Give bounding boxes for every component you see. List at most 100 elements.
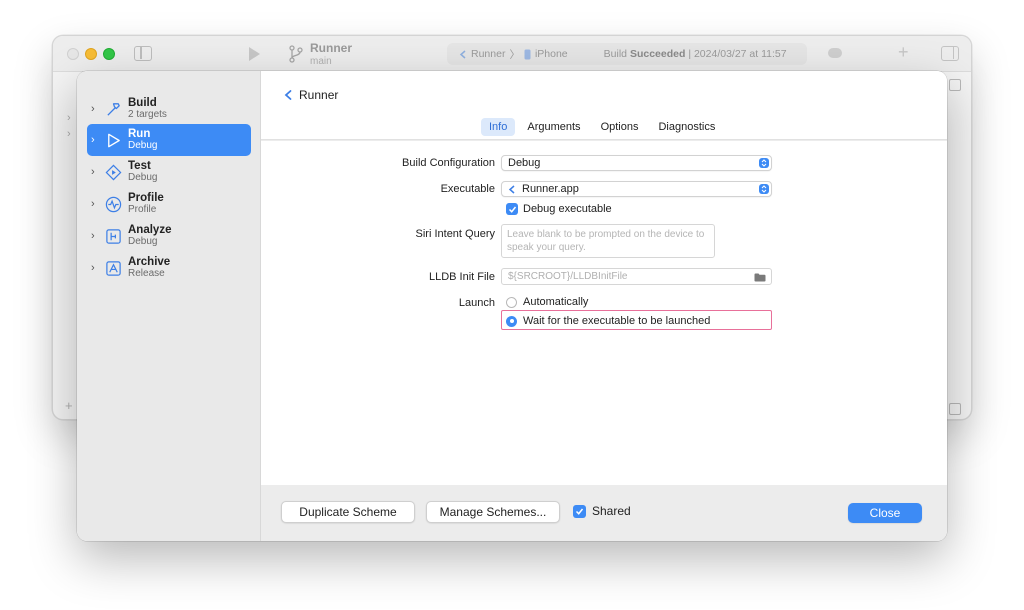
- manage-schemes-button[interactable]: Manage Schemes...: [426, 501, 560, 523]
- scheme-tabs: Info Arguments Options Diagnostics: [481, 118, 723, 136]
- project-name: Runner: [310, 41, 352, 55]
- test-diamond-icon: [104, 163, 122, 181]
- sidebar-item-sublabel: 2 targets: [128, 109, 167, 120]
- destination-scheme: Runner: [471, 48, 506, 60]
- lldb-init-file-field[interactable]: ${SRCROOT}/LLDBInitFile: [501, 268, 772, 285]
- build-status-result: Succeeded: [629, 48, 686, 60]
- branch-icon: [289, 45, 303, 63]
- launch-automatically-option[interactable]: Automatically: [506, 296, 588, 308]
- launch-automatically-label: Automatically: [523, 296, 589, 308]
- shared-checkbox[interactable]: [573, 504, 586, 518]
- sidebar-item-sublabel: Debug: [128, 172, 158, 183]
- chevron-right-icon[interactable]: ›: [91, 230, 101, 242]
- build-status-prefix: Build: [603, 48, 628, 60]
- chevron-right-icon: ›: [67, 128, 71, 140]
- scheme-actions-sidebar: › Build 2 targets › Run Debug › Test Deb…: [77, 71, 261, 541]
- tab-arguments[interactable]: Arguments: [519, 118, 588, 136]
- run-play-icon[interactable]: [249, 47, 260, 61]
- launch-label: Launch: [458, 297, 495, 309]
- sidebar-item-sublabel: Debug: [128, 236, 158, 247]
- sidebar-item-analyze[interactable]: › Analyze Debug: [87, 220, 251, 252]
- panel-icon[interactable]: [949, 403, 961, 415]
- build-status-time: | 2024/03/27 at 11:57: [688, 48, 787, 60]
- sidebar-item-sublabel: Release: [128, 268, 165, 279]
- executable-popup[interactable]: Runner.app: [501, 181, 772, 197]
- close-button[interactable]: Close: [848, 503, 922, 523]
- shared-label: Shared: [592, 504, 631, 518]
- run-destination[interactable]: Runner 〉 iPhone: [447, 47, 568, 62]
- tab-diagnostics[interactable]: Diagnostics: [650, 118, 723, 136]
- build-configuration-value: Debug: [508, 157, 541, 169]
- chevron-right-icon[interactable]: ›: [91, 198, 101, 210]
- scheme-detail-pane: Runner Info Arguments Options Diagnostic…: [261, 71, 947, 541]
- chevron-right-icon: ›: [67, 112, 71, 124]
- activity-status-bar[interactable]: Runner 〉 iPhone Build Succeeded | 2024/0…: [447, 43, 807, 65]
- updown-stepper-icon: [759, 184, 769, 194]
- duplicate-scheme-button[interactable]: Duplicate Scheme: [281, 501, 415, 523]
- window-zoom-button[interactable]: [103, 48, 115, 60]
- navigator-toggle-icon[interactable]: [134, 46, 152, 61]
- chevron-right-icon[interactable]: ›: [91, 134, 101, 146]
- swift-chevron-icon: [508, 184, 515, 194]
- lldb-init-file-label: LLDB Init File: [428, 271, 495, 283]
- executable-label: Executable: [440, 183, 495, 195]
- project-branch: main: [310, 56, 332, 67]
- breadcrumb[interactable]: Runner: [283, 88, 338, 102]
- lldb-init-file-placeholder: ${SRCROOT}/LLDBInitFile: [508, 271, 628, 282]
- sidebar-item-label: Archive: [128, 256, 171, 268]
- scheme-header: Runner Info Arguments Options Diagnostic…: [261, 71, 947, 140]
- play-icon: [104, 131, 122, 149]
- sidebar-item-sublabel: Debug: [128, 140, 158, 151]
- tab-options[interactable]: Options: [593, 118, 647, 136]
- sidebar-item-label: Build: [128, 97, 157, 109]
- tab-info[interactable]: Info: [481, 118, 516, 136]
- sidebar-item-run[interactable]: › Run Debug: [87, 124, 251, 156]
- sheet-footer: Duplicate Scheme Manage Schemes... Share…: [261, 485, 947, 541]
- launch-automatically-radio[interactable]: [506, 296, 517, 308]
- sidebar-item-archive[interactable]: › Archive Release: [87, 252, 251, 284]
- window-close-button[interactable]: [67, 48, 79, 60]
- build-configuration-popup[interactable]: Debug: [501, 155, 772, 171]
- updown-stepper-icon: [759, 158, 769, 168]
- chevron-right-icon[interactable]: ›: [91, 166, 101, 178]
- debug-executable-label: Debug executable: [523, 203, 612, 215]
- debug-executable-checkbox-row[interactable]: Debug executable: [506, 203, 612, 215]
- chevron-right-icon[interactable]: ›: [91, 103, 101, 115]
- iphone-icon: [524, 49, 531, 59]
- build-configuration-label: Build Configuration: [402, 157, 495, 169]
- library-plus-icon[interactable]: +: [898, 42, 909, 63]
- hammer-icon: [104, 100, 122, 118]
- build-status: Build Succeeded | 2024/03/27 at 11:57: [568, 48, 787, 60]
- swift-chevron-icon: [459, 49, 466, 59]
- sidebar-item-label: Run: [128, 128, 151, 140]
- shared-checkbox-row[interactable]: Shared: [573, 504, 631, 518]
- add-icon[interactable]: +: [65, 398, 73, 413]
- sidebar-item-test[interactable]: › Test Debug: [87, 156, 251, 188]
- destination-separator-icon: 〉: [509, 48, 520, 61]
- panel-icon[interactable]: [949, 79, 961, 91]
- cloud-icon: [828, 48, 842, 58]
- executable-value: Runner.app: [522, 183, 579, 195]
- xcode-toolbar: Runner main Runner 〉 iPhone Build Succee…: [53, 36, 971, 72]
- chevron-right-icon[interactable]: ›: [91, 262, 101, 274]
- analyze-bracket-icon: [104, 227, 122, 245]
- sidebar-item-profile[interactable]: › Profile Profile: [87, 188, 251, 220]
- swift-chevron-icon: [284, 90, 292, 100]
- inspector-toggle-icon[interactable]: [941, 46, 959, 61]
- window-minimize-button[interactable]: [85, 48, 97, 60]
- siri-intent-query-label: Siri Intent Query: [415, 228, 495, 240]
- folder-icon[interactable]: [754, 273, 766, 282]
- sidebar-item-build[interactable]: › Build 2 targets: [87, 93, 251, 125]
- highlight-annotation: [501, 310, 772, 330]
- archive-icon: [104, 259, 122, 277]
- waveform-icon: [104, 195, 122, 213]
- sidebar-item-label: Analyze: [128, 224, 172, 236]
- sidebar-item-label: Profile: [128, 192, 164, 204]
- siri-intent-query-field[interactable]: Leave blank to be prompted on the device…: [501, 224, 715, 258]
- debug-executable-checkbox[interactable]: [506, 203, 518, 215]
- destination-device: iPhone: [534, 48, 568, 60]
- scheme-editor-sheet: › Build 2 targets › Run Debug › Test Deb…: [77, 71, 947, 541]
- sidebar-item-label: Test: [128, 160, 151, 172]
- breadcrumb-label: Runner: [299, 88, 339, 102]
- sidebar-item-sublabel: Profile: [128, 204, 157, 215]
